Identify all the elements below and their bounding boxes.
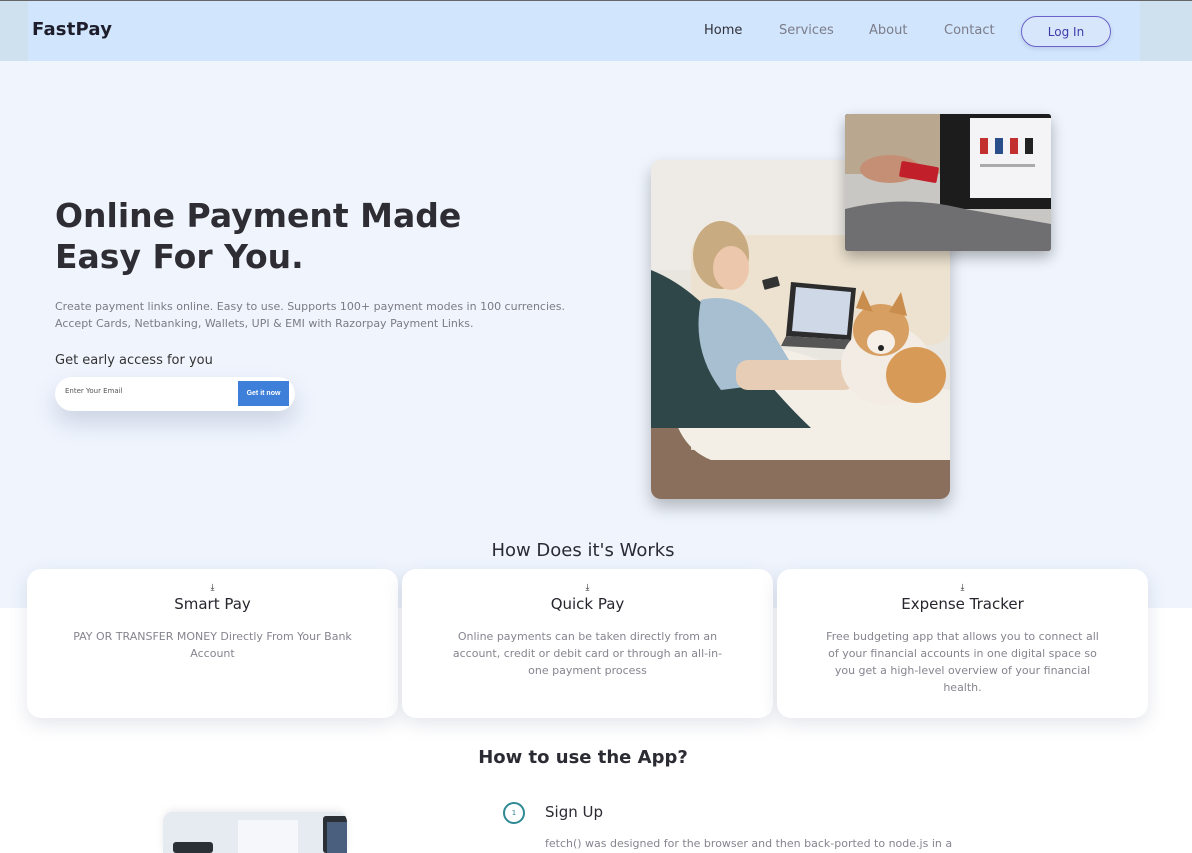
login-button[interactable]: Log In — [1021, 16, 1111, 47]
how-to-use-title: How to use the App? — [478, 747, 688, 768]
feature-card-text: PAY OR TRANSFER MONEY Directly From Your… — [73, 630, 352, 660]
brand-logo[interactable]: FastPay — [32, 19, 112, 40]
app-usage-drawing — [163, 812, 347, 853]
step-title: Sign Up — [545, 803, 603, 821]
hero-description-line-2: Accept Cards, Netbanking, Wallets, UPI &… — [55, 317, 474, 330]
feature-card-title: Expense Tracker — [901, 595, 1024, 613]
hero-title-line-1: Online Payment Made — [55, 196, 462, 235]
nav-contact[interactable]: Contact — [944, 23, 995, 38]
download-icon: ⤓ — [585, 583, 590, 593]
feature-card-title: Quick Pay — [550, 595, 625, 613]
feature-card-text: Free budgeting app that allows you to co… — [826, 630, 1099, 694]
feature-card-smart-pay: ⤓ Smart Pay PAY OR TRANSFER MONEY Direct… — [27, 569, 398, 718]
card-payment-drawing — [845, 114, 1051, 251]
feature-card-title: Smart Pay — [174, 595, 251, 613]
email-input[interactable] — [65, 387, 235, 395]
email-signup-form: Get it now — [55, 377, 295, 411]
get-it-now-button[interactable]: Get it now — [238, 381, 289, 406]
app-usage-photo — [163, 812, 347, 853]
feature-card-expense-tracker: ⤓ Expense Tracker Free budgeting app tha… — [777, 569, 1148, 718]
header-left-strip — [0, 1, 28, 62]
hero-title: Online Payment Made Easy For You. — [55, 195, 515, 277]
site-header: FastPay Home Services About Contact Log … — [0, 0, 1192, 62]
nav-home[interactable]: Home — [704, 23, 742, 38]
early-access-label: Get early access for you — [55, 353, 213, 368]
nav-services[interactable]: Services — [779, 23, 834, 38]
step-text: fetch() was designed for the browser and… — [545, 837, 953, 850]
hero-description-line-1: Create payment links online. Easy to use… — [55, 300, 566, 313]
hero-photo-card-payment — [845, 114, 1051, 251]
download-icon: ⤓ — [210, 583, 215, 593]
hero-title-line-2: Easy For You. — [55, 237, 304, 276]
hero-description: Create payment links online. Easy to use… — [55, 298, 575, 332]
nav-about[interactable]: About — [869, 23, 907, 38]
how-it-works-title: How Does it's Works — [491, 540, 675, 561]
feature-card-quick-pay: ⤓ Quick Pay Online payments can be taken… — [402, 569, 773, 718]
header-right-strip — [1140, 1, 1192, 62]
feature-card-text: Online payments can be taken directly fr… — [452, 630, 723, 677]
step-number-badge: 1 — [503, 802, 525, 824]
download-icon: ⤓ — [960, 583, 965, 593]
